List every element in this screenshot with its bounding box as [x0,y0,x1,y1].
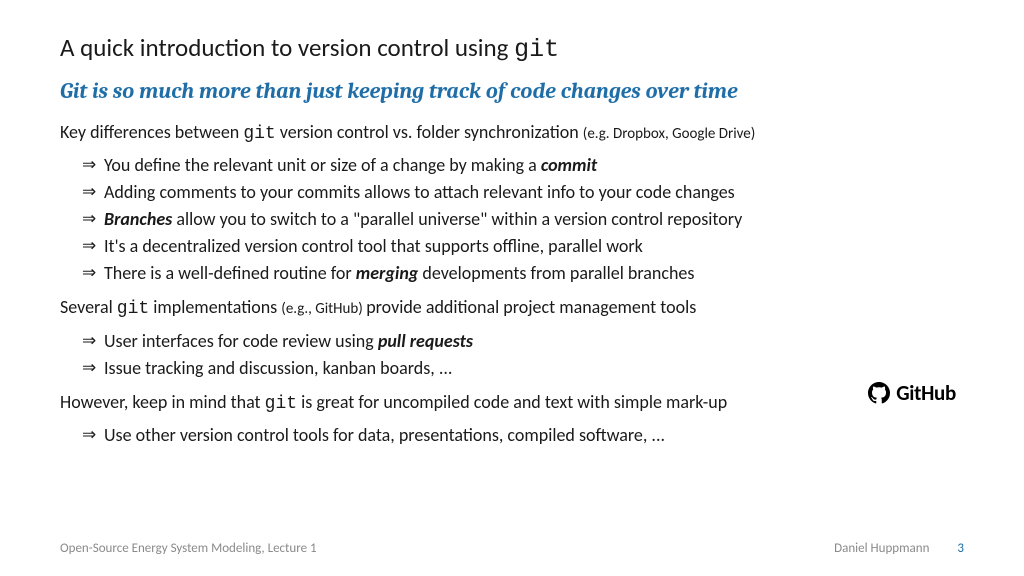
footer-author: Daniel Huppmann [834,541,929,556]
list-item: ⇒ Issue tracking and discussion, kanban … [82,355,964,382]
page-number: 3 [957,541,964,556]
intro-paragraph: Key differences between git version cont… [60,120,964,146]
list-item: ⇒ Adding comments to your commits allows… [82,179,964,206]
arrow-icon: ⇒ [82,152,104,178]
arrow-icon: ⇒ [82,206,104,232]
bullet-list-1: ⇒ You define the relevant unit or size o… [82,152,964,287]
list-item: ⇒ User interfaces for code review using … [82,328,964,355]
arrow-icon: ⇒ [82,233,104,259]
slide-subhead: Git is so much more than just keeping tr… [60,78,964,104]
arrow-icon: ⇒ [82,355,104,381]
list-item: ⇒ It's a decentralized version control t… [82,233,964,260]
arrow-icon: ⇒ [82,179,104,205]
footer-left: Open-Source Energy System Modeling, Lect… [60,541,317,556]
slide-title: A quick introduction to version control … [60,32,964,64]
impl-paragraph: Several git implementations (e.g., GitHu… [60,295,964,321]
github-label: GitHub [896,380,956,406]
arrow-icon: ⇒ [82,422,104,448]
bullet-list-2: ⇒ User interfaces for code review using … [82,328,964,382]
arrow-icon: ⇒ [82,328,104,354]
github-icon [868,382,890,404]
bullet-list-3: ⇒ Use other version control tools for da… [82,422,964,449]
footer-right: Daniel Huppmann 3 [834,541,964,556]
list-item: ⇒ Use other version control tools for da… [82,422,964,449]
slide-footer: Open-Source Energy System Modeling, Lect… [0,541,1024,556]
list-item: ⇒ There is a well-defined routine for me… [82,260,964,287]
title-code: git [514,35,559,64]
list-item: ⇒ You define the relevant unit or size o… [82,152,964,179]
arrow-icon: ⇒ [82,260,104,286]
github-logo: GitHub [868,380,956,406]
title-text: A quick introduction to version control … [60,32,514,63]
list-item: ⇒ Branches allow you to switch to a "par… [82,206,964,233]
however-paragraph: However, keep in mind that git is great … [60,390,964,416]
